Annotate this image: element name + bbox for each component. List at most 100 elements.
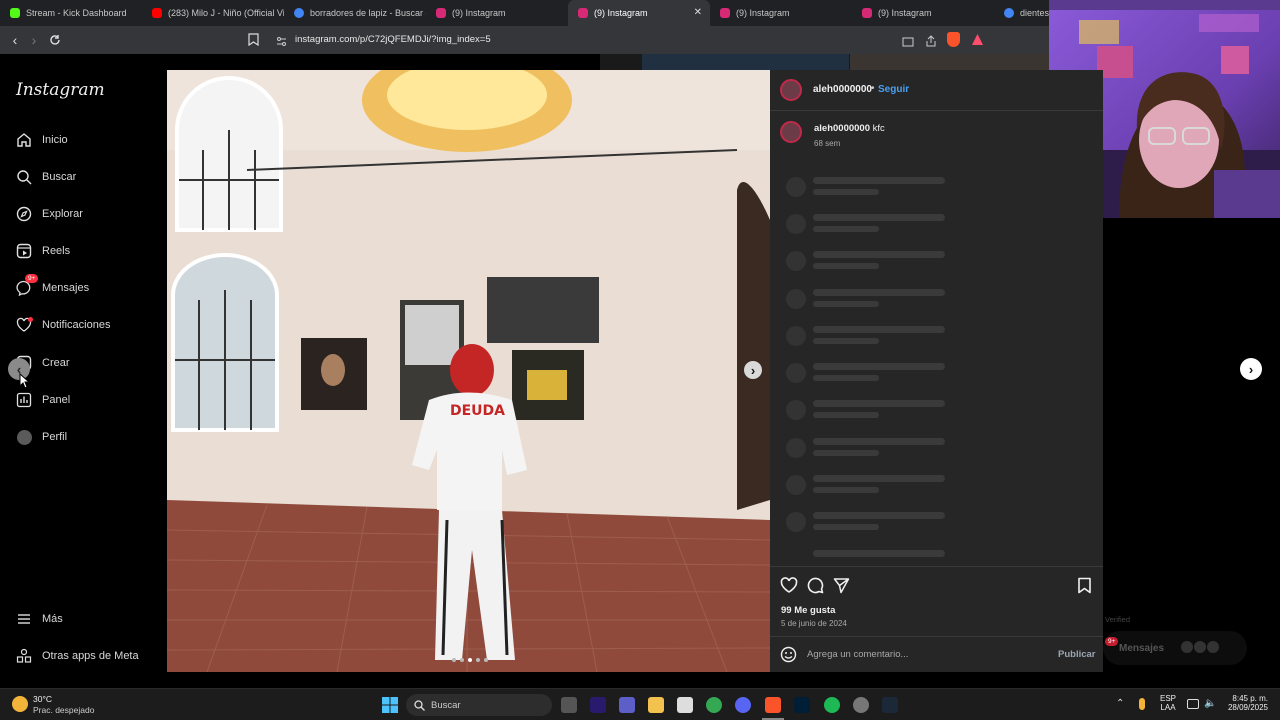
sidebar-item-label: Reels: [42, 245, 71, 257]
heart-icon: [16, 317, 33, 333]
chrome-icon[interactable]: [706, 697, 722, 713]
search-icon: [16, 169, 32, 185]
tab-instagram-4[interactable]: (9) Instagram: [852, 0, 994, 26]
photoshop-icon[interactable]: [794, 697, 810, 713]
divider: [770, 566, 1103, 567]
caption-age: 68 sem: [814, 139, 841, 148]
verified-label: Verified: [1105, 615, 1131, 624]
url-text[interactable]: instagram.com/p/C72jQFEMDJi/?img_index=5: [295, 34, 491, 45]
cast-icon[interactable]: [902, 34, 914, 52]
back-icon[interactable]: ‹: [5, 30, 25, 50]
google-icon: [294, 8, 304, 18]
microphone-icon[interactable]: [1139, 698, 1145, 710]
bookmark-icon[interactable]: [248, 33, 259, 51]
sidebar-item-explorar[interactable]: Explorar: [16, 203, 83, 225]
save-icon[interactable]: [1077, 577, 1092, 599]
teams-icon[interactable]: [619, 697, 635, 713]
weather-temp[interactable]: 30°C: [33, 694, 52, 704]
site-info-icon[interactable]: [276, 34, 287, 52]
instagram-icon: [862, 8, 872, 18]
sidebar-item-perfil[interactable]: Perfil: [16, 426, 67, 448]
likes-count[interactable]: 99 Me gusta: [781, 605, 835, 616]
like-icon[interactable]: [780, 577, 798, 599]
sidebar-item-label: Mensajes: [42, 282, 90, 294]
weather-desc[interactable]: Prac. despejado: [33, 705, 94, 715]
tab-instagram-3[interactable]: (9) Instagram: [710, 0, 852, 26]
brave-rewards-icon[interactable]: [971, 33, 984, 51]
clock[interactable]: 8:45 p. m. 28/09/2025: [1222, 694, 1268, 712]
more-label: Más: [42, 613, 63, 625]
comment-icon[interactable]: [807, 577, 824, 599]
sidebar-item-mensajes[interactable]: 9+ Mensajes: [16, 274, 90, 299]
post-details-panel: aleh0000000 • Seguir aleh0000000 kfc 68 …: [770, 70, 1103, 672]
store-icon[interactable]: [677, 697, 693, 713]
shirt-text: DEUDA: [450, 403, 505, 419]
file-explorer-icon[interactable]: [648, 697, 664, 713]
tab-youtube[interactable]: (283) Milo J - Niño (Official Vid: [142, 0, 284, 26]
meta-apps-label: Otras apps de Meta: [42, 650, 139, 662]
sidebar-item-reels[interactable]: Reels: [16, 240, 70, 262]
windows-taskbar: 30°C Prac. despejado Buscar ⌃ ESP LAA 🔈 …: [0, 688, 1280, 720]
share-icon[interactable]: [925, 34, 937, 52]
caption: aleh0000000 kfc: [814, 123, 885, 134]
spotify-icon[interactable]: [824, 697, 840, 713]
lang-line-1: ESP: [1160, 694, 1177, 703]
sidebar-item-label: Inicio: [42, 134, 68, 146]
author-username[interactable]: aleh0000000: [813, 84, 872, 95]
author-avatar[interactable]: [780, 79, 802, 101]
tab-kick-dashboard[interactable]: Stream - Kick Dashboard: [0, 0, 142, 26]
network-icon[interactable]: [1187, 699, 1199, 709]
separator-dot: •: [871, 83, 875, 94]
steam-icon[interactable]: [882, 697, 898, 713]
sidebar-item-label: Buscar: [42, 171, 77, 183]
share-icon[interactable]: [833, 577, 850, 599]
notification-dot: [28, 317, 33, 322]
language-indicator[interactable]: ESP LAA: [1160, 694, 1176, 712]
windows-start-icon[interactable]: [382, 697, 398, 718]
tab-instagram-active[interactable]: (9) Instagram ✕: [568, 0, 710, 26]
clock-date: 28/09/2025: [1227, 703, 1268, 712]
sidebar-item-notificaciones[interactable]: Notificaciones: [16, 314, 110, 336]
weather-icon[interactable]: [12, 696, 28, 712]
instagram-logo[interactable]: Instagram: [16, 80, 105, 100]
premiere-icon[interactable]: [590, 697, 606, 713]
tab-google-search[interactable]: borradores de lapiz - Buscar co: [284, 0, 426, 26]
taskbar-search[interactable]: Buscar: [406, 694, 552, 716]
divider: [770, 110, 1103, 111]
messages-float-label: Mensajes: [1119, 643, 1165, 654]
volume-icon[interactable]: 🔈: [1204, 698, 1216, 709]
instagram-icon: [720, 8, 730, 18]
messages-float-button[interactable]: 9+ Mensajes: [1103, 631, 1247, 665]
google-icon: [1004, 8, 1014, 18]
mouse-cursor-icon: [19, 372, 31, 394]
more-menu-button[interactable]: Más: [16, 608, 63, 630]
close-tab-icon[interactable]: ✕: [694, 7, 702, 18]
sidebar-item-buscar[interactable]: Buscar: [16, 166, 76, 188]
sidebar-item-inicio[interactable]: Inicio: [16, 129, 68, 151]
comment-input[interactable]: Agrega un comentario...: [807, 649, 908, 660]
emoji-icon[interactable]: [780, 646, 797, 668]
reload-icon[interactable]: [45, 30, 65, 50]
meta-apps-button[interactable]: Otras apps de Meta: [16, 645, 139, 667]
forward-icon[interactable]: ›: [24, 30, 44, 50]
next-post-button[interactable]: ›: [1240, 358, 1262, 380]
publish-button[interactable]: Publicar: [1058, 649, 1096, 660]
task-view-icon[interactable]: [561, 697, 577, 713]
caption-text: kfc: [872, 123, 885, 134]
tab-instagram-1[interactable]: (9) Instagram: [426, 0, 568, 26]
discord-icon[interactable]: [735, 697, 751, 713]
caption-username[interactable]: aleh0000000: [814, 123, 870, 134]
obs-icon[interactable]: [853, 697, 869, 713]
meta-apps-icon: [16, 648, 32, 664]
post-photo[interactable]: DEUDA: [167, 70, 770, 672]
follow-button[interactable]: Seguir: [878, 84, 909, 95]
carousel-dots: [452, 658, 488, 662]
caption-avatar[interactable]: [780, 121, 802, 143]
brave-shield-icon[interactable]: [947, 32, 960, 47]
sidebar-item-label: Perfil: [42, 431, 68, 443]
tray-chevron-icon[interactable]: ⌃: [1116, 698, 1124, 709]
reels-icon: [16, 243, 32, 259]
brave-icon[interactable]: [765, 697, 781, 713]
sidebar-item-label: Crear: [42, 357, 70, 369]
photo-next-button[interactable]: ›: [744, 361, 762, 379]
